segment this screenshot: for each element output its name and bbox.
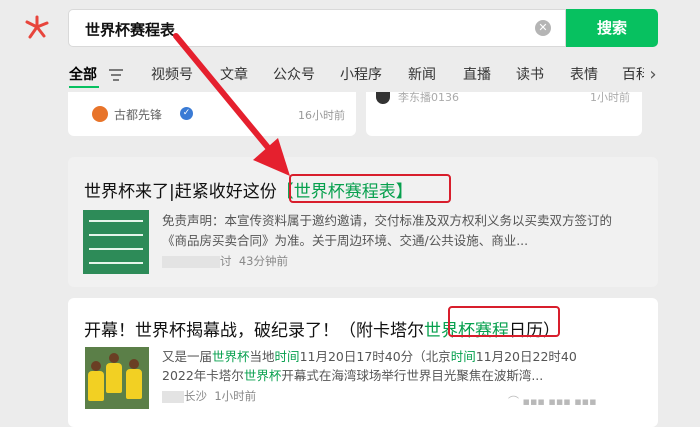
- annotation-arrow-icon: [173, 33, 290, 176]
- watermark: ⌒ ▪▪▪ ▪▪▪ ▪▪▪: [508, 395, 597, 408]
